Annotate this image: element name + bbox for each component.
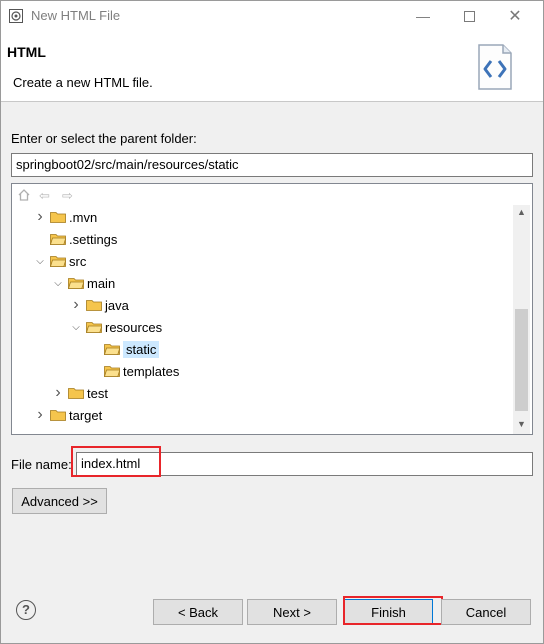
window-title: New HTML File: [31, 8, 121, 23]
tree-item[interactable]: .settings: [34, 228, 512, 250]
file-name-highlight: [71, 446, 161, 477]
chevron-right-icon[interactable]: ›: [52, 384, 64, 402]
help-icon[interactable]: ?: [16, 600, 36, 620]
next-button[interactable]: Next >: [247, 599, 337, 625]
folder-icon: [86, 322, 102, 333]
forward-arrow-icon[interactable]: ⇨: [62, 188, 73, 204]
tree-item-label: .settings: [69, 231, 118, 247]
folder-icon: [104, 344, 120, 355]
tree-item[interactable]: › java: [34, 294, 512, 316]
tree-item[interactable]: › test: [34, 382, 512, 404]
back-arrow-icon[interactable]: ⇦: [39, 188, 50, 204]
eclipse-icon: [9, 9, 23, 23]
folder-icon: [68, 278, 84, 289]
close-button[interactable]: ✕: [492, 0, 538, 32]
folder-path-input[interactable]: springboot02/src/main/resources/static: [11, 153, 533, 177]
tree-item-label: java: [105, 297, 129, 313]
maximize-icon: [463, 10, 475, 22]
tree-item-label: test: [87, 385, 108, 401]
tree-item[interactable]: ⌵ main: [34, 272, 512, 294]
folder-icon: [50, 256, 66, 267]
minimize-icon: —: [416, 8, 430, 24]
back-button[interactable]: < Back: [153, 599, 243, 625]
folder-icon: [50, 234, 66, 245]
tree-item-label: target: [69, 407, 103, 423]
tree-item-label: src: [69, 253, 87, 269]
tree-item-label: templates: [123, 363, 180, 379]
tree-item-label: resources: [105, 319, 163, 335]
tree-item-label: main: [87, 275, 116, 291]
header-separator: [1, 101, 543, 102]
minimize-button[interactable]: —: [400, 0, 446, 32]
tree-item[interactable]: static: [34, 338, 512, 360]
chevron-right-icon[interactable]: ›: [70, 296, 82, 314]
chevron-down-icon[interactable]: ⌵: [52, 278, 64, 289]
html-file-icon: [478, 44, 512, 90]
chevron-right-icon[interactable]: ›: [34, 208, 46, 226]
wizard-header: [1, 33, 543, 101]
file-name-label: File name:: [11, 457, 72, 472]
scroll-up-icon[interactable]: ▲: [513, 207, 530, 217]
close-icon: ✕: [508, 8, 522, 25]
tree-rows: › .mvn .settings ⌵ src ⌵ main › java ⌵ resources st…: [34, 206, 512, 426]
chevron-down-icon[interactable]: ⌵: [70, 322, 82, 333]
chevron-right-icon[interactable]: ›: [34, 406, 46, 424]
page-title: HTML: [7, 44, 46, 60]
home-icon[interactable]: [17, 188, 31, 202]
advanced-button[interactable]: Advanced >>: [12, 488, 107, 514]
tree-toolbar: [12, 184, 515, 207]
finish-highlight: [343, 596, 443, 625]
tree-item[interactable]: ⌵ resources: [34, 316, 512, 338]
tree-item[interactable]: templates: [34, 360, 512, 382]
chevron-down-icon[interactable]: ⌵: [34, 256, 46, 267]
folder-icon: [68, 388, 84, 399]
folder-icon: [104, 366, 120, 377]
tree-item[interactable]: › target: [34, 404, 512, 426]
folder-icon: [86, 300, 102, 311]
page-description: Create a new HTML file.: [13, 75, 153, 90]
cancel-button[interactable]: Cancel: [441, 599, 531, 625]
folder-icon: [50, 212, 66, 223]
folder-icon: [50, 410, 66, 421]
maximize-button[interactable]: [446, 0, 492, 32]
scrollbar-thumb[interactable]: [515, 309, 528, 411]
folder-prompt: Enter or select the parent folder:: [11, 131, 197, 146]
tree-item[interactable]: ⌵ src: [34, 250, 512, 272]
tree-item-label: static: [123, 340, 160, 358]
tree-item-label: .mvn: [69, 209, 98, 225]
tree-item[interactable]: › .mvn: [34, 206, 512, 228]
scroll-down-icon[interactable]: ▼: [513, 419, 530, 429]
